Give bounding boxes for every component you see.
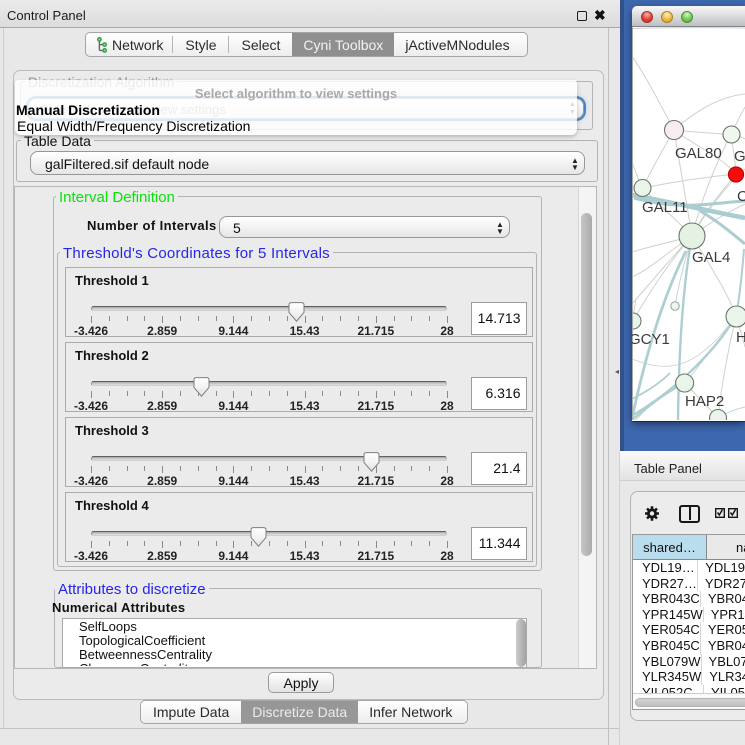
svg-text:GAL4: GAL4: [692, 249, 730, 266]
svg-text:C: C: [737, 188, 745, 205]
svg-text:HAP2: HAP2: [685, 393, 724, 410]
svg-text:GA: GA: [734, 148, 745, 165]
svg-text:H: H: [736, 329, 745, 346]
svg-text:GAL11: GAL11: [642, 199, 688, 216]
svg-text:GCY1: GCY1: [632, 331, 670, 348]
svg-text:GAL80: GAL80: [675, 145, 722, 162]
